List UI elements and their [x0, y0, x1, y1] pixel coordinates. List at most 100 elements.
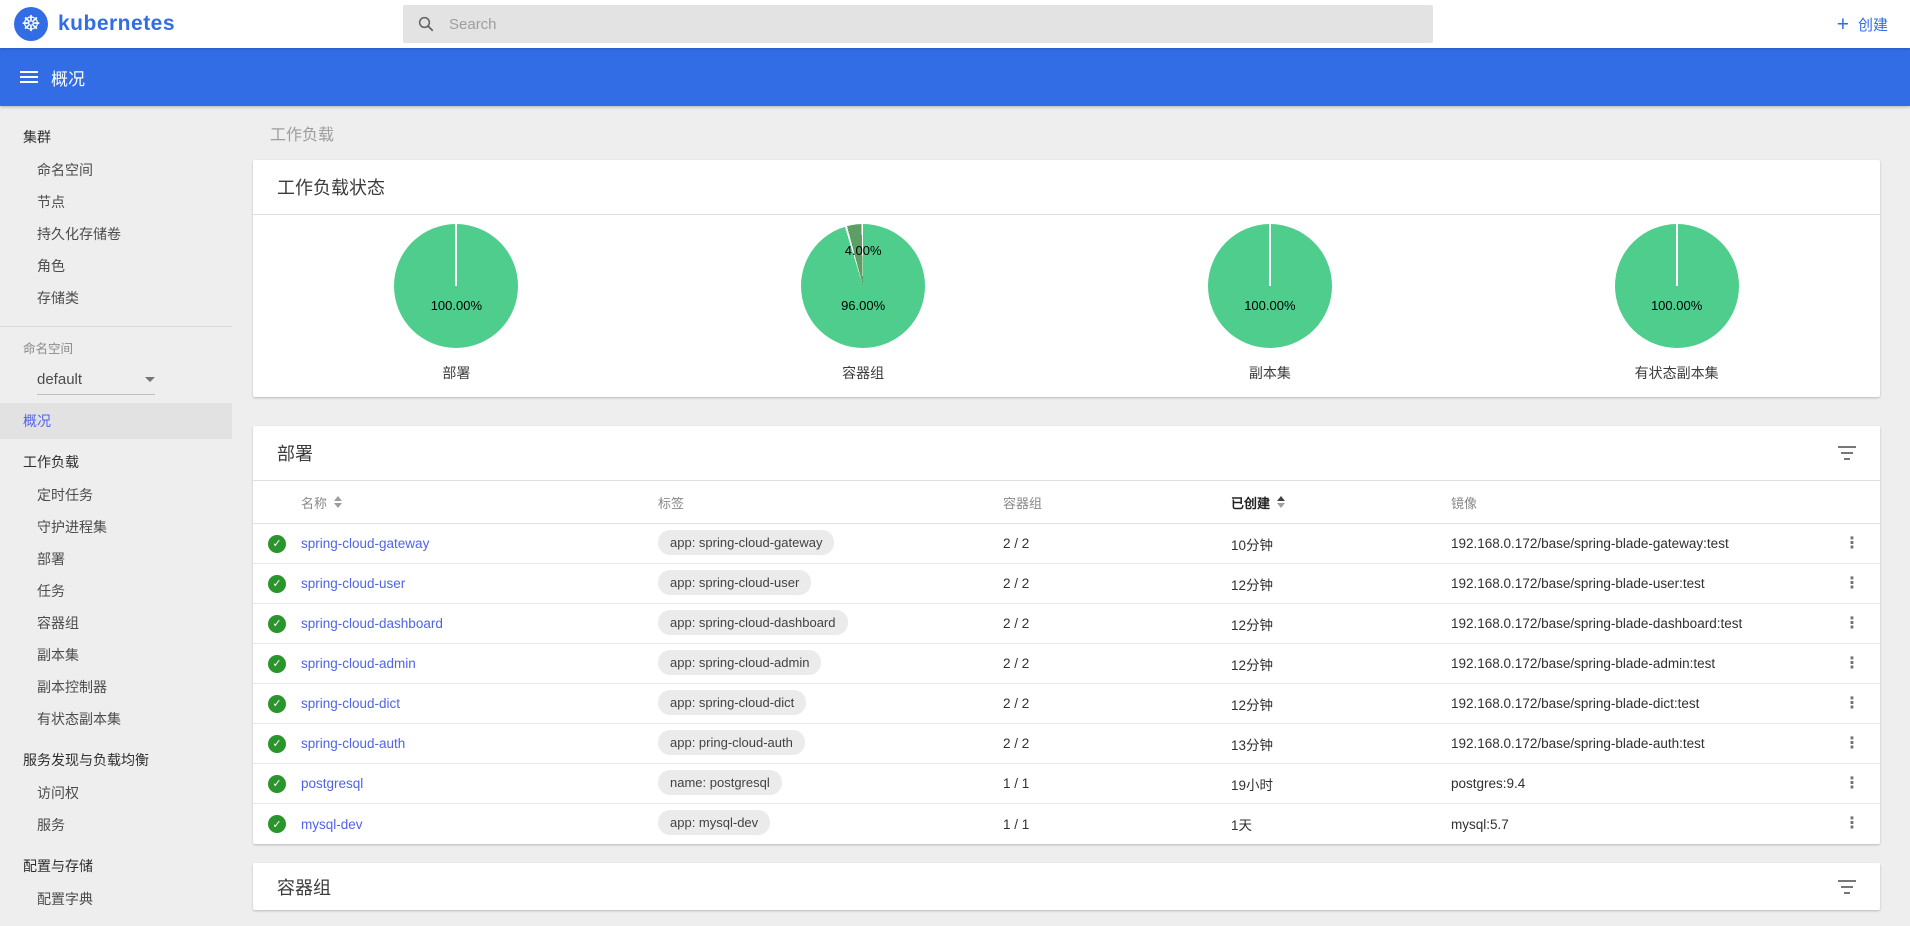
created-age: 19小时 [1231, 774, 1451, 794]
pods-count: 2 / 2 [1003, 736, 1231, 751]
row-menu-icon[interactable]: ⋮ [1844, 736, 1860, 752]
create-button[interactable]: + 创建 [1837, 0, 1888, 48]
row-menu-icon[interactable]: ⋮ [1844, 576, 1860, 592]
deployment-name-link[interactable]: spring-cloud-user [301, 576, 405, 591]
pie-percentage: 100.00% [1208, 298, 1332, 313]
image-name: 192.168.0.172/base/spring-blade-dashboar… [1451, 616, 1824, 631]
app-toolbar: 概况 [0, 48, 1910, 106]
pods-count: 2 / 2 [1003, 536, 1231, 551]
pods-count: 2 / 2 [1003, 576, 1231, 591]
sidebar-section-config-storage[interactable]: 配置与存储 [0, 849, 232, 883]
filter-icon[interactable] [1838, 446, 1856, 460]
sidebar-section-cluster[interactable]: 集群 [0, 120, 232, 154]
column-header-labels[interactable]: 标签 [658, 493, 1003, 512]
table-row: ✓ spring-cloud-dashboard app: spring-clo… [253, 604, 1880, 644]
deployments-card-title: 部署 [277, 440, 313, 466]
status-ok-icon: ✓ [268, 615, 286, 633]
sidebar-item-overview[interactable]: 概况 [0, 403, 232, 439]
pie-chart-label: 容器组 [842, 363, 884, 383]
kubernetes-logo-icon: ☸ [14, 7, 48, 41]
label-chip: app: spring-cloud-dict [658, 690, 806, 715]
sidebar-item-deployments[interactable]: 部署 [0, 543, 232, 575]
toolbar-title: 概况 [51, 65, 85, 90]
sidebar-item-cron-jobs[interactable]: 定时任务 [0, 479, 232, 511]
filter-icon[interactable] [1838, 880, 1856, 894]
created-age: 12分钟 [1231, 694, 1451, 714]
pie-chart-label: 有状态副本集 [1635, 363, 1719, 383]
plus-icon: + [1837, 14, 1849, 35]
row-menu-icon[interactable]: ⋮ [1844, 656, 1860, 672]
table-row: ✓ spring-cloud-auth app: pring-cloud-aut… [253, 724, 1880, 764]
row-menu-icon[interactable]: ⋮ [1844, 816, 1860, 832]
deployment-name-link[interactable]: spring-cloud-auth [301, 736, 405, 751]
sidebar-section-discovery[interactable]: 服务发现与负载均衡 [0, 743, 232, 777]
pie-replica-sets: 100.00% 副本集 [1067, 215, 1474, 383]
page-title: 工作负载 [270, 121, 1880, 145]
status-ok-icon: ✓ [268, 735, 286, 753]
search-input[interactable] [449, 16, 1419, 33]
pods-count: 1 / 1 [1003, 776, 1231, 791]
sidebar-item-replication-controllers[interactable]: 副本控制器 [0, 671, 232, 703]
pie-chart: 100.00% [1208, 224, 1332, 348]
sidebar-item-persistent-volumes[interactable]: 持久化存储卷 [0, 218, 232, 250]
brand-wordmark: kubernetes [58, 12, 175, 36]
pie-chart: 100.00% [394, 224, 518, 348]
deployment-name-link[interactable]: spring-cloud-dict [301, 696, 400, 711]
sidebar: 集群 命名空间 节点 持久化存储卷 角色 存储类 命名空间 default 概况… [0, 106, 232, 926]
sidebar-item-config-maps[interactable]: 配置字典 [0, 883, 232, 915]
image-name: 192.168.0.172/base/spring-blade-user:tes… [1451, 576, 1824, 591]
row-menu-icon[interactable]: ⋮ [1844, 776, 1860, 792]
sidebar-item-storage-classes[interactable]: 存储类 [0, 282, 232, 314]
row-menu-icon[interactable]: ⋮ [1844, 696, 1860, 712]
namespace-label: 命名空间 [0, 337, 232, 361]
search-bar[interactable] [403, 5, 1433, 43]
pie-chart: 100.00% [1615, 224, 1739, 348]
image-name: mysql:5.7 [1451, 817, 1824, 832]
sidebar-item-namespaces[interactable]: 命名空间 [0, 154, 232, 186]
column-header-images[interactable]: 镜像 [1451, 493, 1824, 512]
deployment-name-link[interactable]: spring-cloud-gateway [301, 536, 429, 551]
sidebar-item-ingresses[interactable]: 访问权 [0, 777, 232, 809]
sidebar-item-roles[interactable]: 角色 [0, 250, 232, 282]
row-menu-icon[interactable]: ⋮ [1844, 536, 1860, 552]
pie-chart-label: 部署 [442, 363, 470, 383]
sidebar-item-stateful-sets[interactable]: 有状态副本集 [0, 703, 232, 735]
status-ok-icon: ✓ [268, 655, 286, 673]
deployment-name-link[interactable]: mysql-dev [301, 817, 363, 832]
label-chip: name: postgresql [658, 770, 782, 795]
pods-count: 1 / 1 [1003, 817, 1231, 832]
pods-card: 容器组 [253, 863, 1880, 910]
column-header-created[interactable]: 已创建 [1231, 493, 1451, 512]
sidebar-item-jobs[interactable]: 任务 [0, 575, 232, 607]
table-row: ✓ mysql-dev app: mysql-dev 1 / 1 1天 mysq… [253, 804, 1880, 844]
namespace-select[interactable]: default [37, 365, 155, 395]
sidebar-item-daemon-sets[interactable]: 守护进程集 [0, 511, 232, 543]
sidebar-item-replica-sets[interactable]: 副本集 [0, 639, 232, 671]
deployment-name-link[interactable]: spring-cloud-dashboard [301, 616, 443, 631]
row-menu-icon[interactable]: ⋮ [1844, 616, 1860, 632]
column-header-pods[interactable]: 容器组 [1003, 493, 1231, 512]
created-age: 10分钟 [1231, 534, 1451, 554]
status-ok-icon: ✓ [268, 535, 286, 553]
status-card-title: 工作负载状态 [277, 174, 385, 200]
deployment-name-link[interactable]: postgresql [301, 776, 363, 791]
image-name: 192.168.0.172/base/spring-blade-dict:tes… [1451, 696, 1824, 711]
deployments-card: 部署 名称 标签 容器组 已创建 镜像 ✓ spring-cloud-gatew… [253, 426, 1880, 844]
menu-icon[interactable] [20, 71, 38, 83]
column-header-name[interactable]: 名称 [301, 493, 658, 512]
sidebar-section-workloads[interactable]: 工作负载 [0, 445, 232, 479]
table-row: ✓ spring-cloud-user app: spring-cloud-us… [253, 564, 1880, 604]
sidebar-item-services[interactable]: 服务 [0, 809, 232, 841]
label-chip: app: spring-cloud-admin [658, 650, 821, 675]
created-age: 13分钟 [1231, 734, 1451, 754]
image-name: postgres:9.4 [1451, 776, 1824, 791]
label-chip: app: pring-cloud-auth [658, 730, 805, 755]
wheel-icon: ☸ [21, 13, 41, 35]
label-chip: app: spring-cloud-user [658, 570, 811, 595]
image-name: 192.168.0.172/base/spring-blade-auth:tes… [1451, 736, 1824, 751]
sidebar-item-nodes[interactable]: 节点 [0, 186, 232, 218]
search-icon [417, 15, 435, 33]
deployment-name-link[interactable]: spring-cloud-admin [301, 656, 416, 671]
pie-deployments: 100.00% 部署 [253, 215, 660, 383]
sidebar-item-pods[interactable]: 容器组 [0, 607, 232, 639]
